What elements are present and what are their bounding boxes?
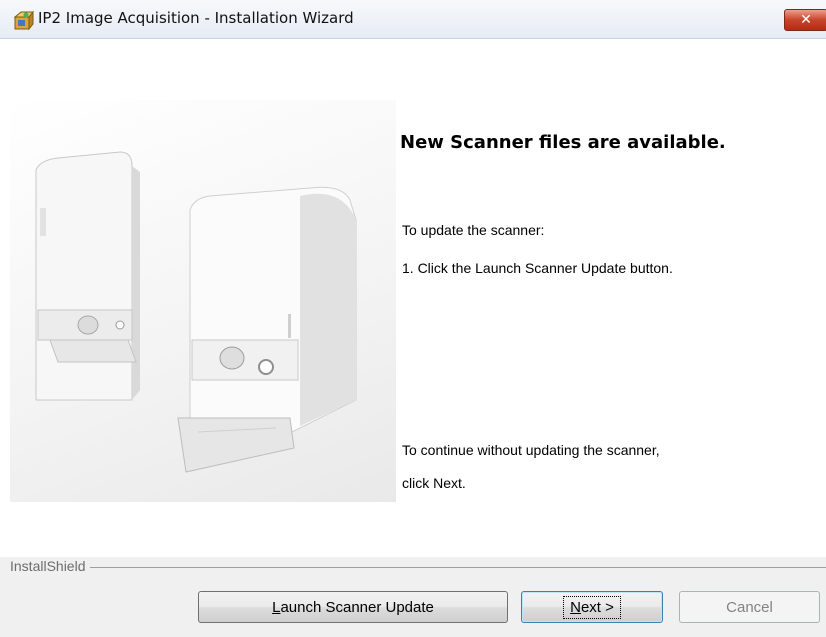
launch-mnemonic: L <box>272 598 281 616</box>
window-title: IP2 Image Acquisition - Installation Wiz… <box>38 9 354 27</box>
cancel-button[interactable]: Cancel <box>679 591 820 623</box>
instruction-intro: To update the scanner: <box>402 222 545 238</box>
installer-box-icon <box>13 10 34 31</box>
launch-scanner-update-button[interactable]: Launch Scanner Update <box>198 591 508 623</box>
title-bar: IP2 Image Acquisition - Installation Wiz… <box>0 0 826 39</box>
continue-instruction-2: click Next. <box>402 475 466 491</box>
scanner-illustration <box>35 151 357 473</box>
next-focus: Next > <box>563 595 621 619</box>
cancel-label: Cancel <box>726 598 773 616</box>
launch-label: aunch Scanner Update <box>280 598 434 616</box>
next-label: ext > <box>580 598 614 616</box>
instruction-step-1: 1. Click the Launch Scanner Update butto… <box>402 260 673 276</box>
next-button[interactable]: Next > <box>521 591 663 623</box>
installshield-label: InstallShield <box>10 558 90 574</box>
scanner-product-image <box>10 100 396 502</box>
divider <box>10 567 826 568</box>
headline: New Scanner files are available. <box>400 132 726 153</box>
continue-instruction: To continue without updating the scanner… <box>402 442 660 458</box>
close-button[interactable]: ✕ <box>784 9 826 31</box>
next-mnemonic: N <box>570 598 581 616</box>
close-icon: ✕ <box>800 12 812 28</box>
